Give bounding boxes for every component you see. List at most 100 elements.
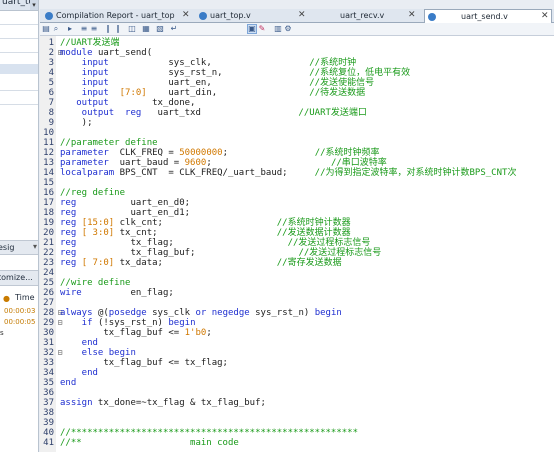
- code-line[interactable]: 37 assign tx_done=~tx_flag & tx_flag_buf;: [40, 398, 554, 408]
- chevron-down-icon[interactable]: ▾: [30, 0, 38, 10]
- code-token: ;: [206, 158, 331, 168]
- code-token: parameter: [60, 158, 109, 168]
- line-number: 4: [48, 68, 54, 78]
- tab-compilation-report[interactable]: Compilation Report - uart_top ✕: [42, 9, 192, 22]
- customize-button[interactable]: tomize...: [0, 270, 38, 286]
- code-line[interactable]: 1 //UART发送端: [40, 38, 554, 48]
- code-line[interactable]: 16 //reg define: [40, 188, 554, 198]
- code-line[interactable]: 19 reg [15:0] clk_cnt; //系统时钟计数器: [40, 218, 554, 228]
- indent-icon[interactable]: ≡: [80, 25, 88, 33]
- settings-icon[interactable]: ⚙: [284, 25, 292, 33]
- code-token: or negedge: [195, 308, 250, 318]
- code-text: wire en_flag;: [60, 288, 174, 298]
- code-line[interactable]: 26 wire en_flag;: [40, 288, 554, 298]
- open-icon[interactable]: ▤: [42, 25, 50, 33]
- tasks-selector[interactable]: esig ▾: [0, 240, 38, 255]
- code-line[interactable]: 18 reg uart_en_d1;: [40, 208, 554, 218]
- code-token: //parameter define: [60, 138, 158, 148]
- code-text: tx_flag_buf <= tx_flag;: [60, 358, 228, 368]
- code-line[interactable]: 13 parameter uart_baud = 9600; //串口波特率: [40, 158, 554, 168]
- line-number: 7: [48, 98, 54, 108]
- close-icon[interactable]: ✕: [182, 9, 190, 22]
- code-token: input: [60, 68, 109, 78]
- tab-uart-top[interactable]: uart_top.v ✕: [196, 9, 308, 22]
- tab-uart-recv[interactable]: uart_recv.v ✕: [312, 9, 418, 22]
- code-line[interactable]: 25 //wire define: [40, 278, 554, 288]
- code-line[interactable]: 40 //************************************…: [40, 428, 554, 438]
- code-token: sys_clk: [146, 308, 196, 318]
- code-line[interactable]: 20 reg [ 3:0] tx_cnt; //发送数据计数器: [40, 228, 554, 238]
- close-icon[interactable]: ✕: [541, 10, 549, 23]
- chevron-down-icon[interactable]: ▾: [33, 242, 37, 251]
- template-icon[interactable]: ◫: [128, 25, 136, 33]
- find-icon[interactable]: ⌕: [52, 25, 60, 33]
- code-line[interactable]: 15: [40, 178, 554, 188]
- code-line[interactable]: 17 reg uart_en_d0;: [40, 198, 554, 208]
- close-icon[interactable]: ✕: [298, 9, 306, 22]
- tab-label: uart_recv.v: [340, 11, 385, 20]
- code-line[interactable]: 35 end: [40, 378, 554, 388]
- tab-uart-send[interactable]: uart_send.v ✕: [424, 9, 552, 23]
- code-line[interactable]: 31 end: [40, 338, 554, 348]
- format-icon[interactable]: ▣: [247, 24, 257, 34]
- line-number: 8: [48, 108, 54, 118]
- code-line[interactable]: 24: [40, 268, 554, 278]
- code-line[interactable]: 9 );: [40, 118, 554, 128]
- code-line[interactable]: 33 tx_flag_buf <= tx_flag;: [40, 358, 554, 368]
- project-navigator-panel: uart_top ▾ esig ▾ tomize... ● Time 00:00…: [0, 0, 39, 452]
- uncomment-icon[interactable]: ∥: [114, 25, 122, 33]
- code-line[interactable]: 6 input [7:0] uart_din, //待发送数据: [40, 88, 554, 98]
- code-line[interactable]: 36: [40, 388, 554, 398]
- code-token: reg: [60, 208, 77, 218]
- line-number: 21: [43, 238, 54, 248]
- block-icon[interactable]: ▦: [142, 25, 150, 33]
- insert-icon[interactable]: ▧: [156, 25, 164, 33]
- code-line[interactable]: 21 reg tx_flag; //发送过程标志信号: [40, 238, 554, 248]
- code-line[interactable]: 12 parameter CLK_FREQ = 50000000; //系统时钟频…: [40, 148, 554, 158]
- code-line[interactable]: 10: [40, 128, 554, 138]
- code-line[interactable]: 41 //** main code: [40, 438, 554, 448]
- code-token: tx_cnt;: [114, 228, 277, 238]
- code-line[interactable]: 28 ⊟ always @(posedge sys_clk or negedge s…: [40, 308, 554, 318]
- line-number: 28: [43, 308, 54, 318]
- wrap-icon[interactable]: ↵: [170, 25, 178, 33]
- code-line[interactable]: 3 input sys_clk, //系统时钟: [40, 58, 554, 68]
- code-token: 50000000: [179, 148, 223, 158]
- close-icon[interactable]: ✕: [408, 9, 416, 22]
- code-line[interactable]: 34 end: [40, 368, 554, 378]
- code-line[interactable]: 2 ⊟ module uart_send(: [40, 48, 554, 58]
- code-token: ;: [206, 328, 212, 338]
- selected-hierarchy-row[interactable]: [0, 64, 38, 74]
- bookmark-icon[interactable]: ▸: [66, 25, 74, 33]
- line-number: 19: [43, 218, 54, 228]
- code-text: );: [60, 118, 93, 128]
- code-line[interactable]: 27: [40, 298, 554, 308]
- code-line[interactable]: 8 output reg uart_txd //UART发送端口: [40, 108, 554, 118]
- tab-label: Compilation Report - uart_top: [56, 11, 175, 20]
- code-line[interactable]: 14 localparam BPS_CNT = CLK_FREQ/_uart_ba…: [40, 168, 554, 178]
- comment-icon[interactable]: ∥: [104, 25, 112, 33]
- code-token: tx_flag;: [76, 238, 288, 248]
- code-line[interactable]: 39: [40, 418, 554, 428]
- code-text: //wire define: [60, 278, 130, 288]
- tasks-selector-label: esig: [0, 243, 15, 252]
- code-line[interactable]: 29 ⊟ if (!sys_rst_n) begin: [40, 318, 554, 328]
- code-line[interactable]: 23 reg [ 7:0] tx_data; //寄存发送数据: [40, 258, 554, 268]
- code-line[interactable]: 22 reg tx_flag_buf; //发送过程标志信号: [40, 248, 554, 258]
- line-number: 25: [43, 278, 54, 288]
- code-line[interactable]: 30 tx_flag_buf <= 1'b0;: [40, 328, 554, 338]
- code-token: //系统时钟频率: [314, 148, 380, 158]
- calc-icon[interactable]: ▥: [274, 25, 282, 33]
- code-line[interactable]: 7 output tx_done,: [40, 98, 554, 108]
- project-hierarchy-dropdown[interactable]: uart_top ▾: [0, 0, 38, 11]
- code-line[interactable]: 38: [40, 408, 554, 418]
- code-line[interactable]: 5 input uart_en, //发送使能信号: [40, 78, 554, 88]
- code-editor[interactable]: 1 //UART发送端 2 ⊟ module uart_send(3 input sys…: [40, 36, 554, 452]
- code-token: uart_send(: [97, 48, 153, 58]
- code-line[interactable]: 11 //parameter define: [40, 138, 554, 148]
- code-line[interactable]: 32 ⊟ else begin: [40, 348, 554, 358]
- line-number: 30: [43, 328, 54, 338]
- code-line[interactable]: 4 input sys_rst_n, //系统复位，低电平有效: [40, 68, 554, 78]
- outdent-icon[interactable]: ≡: [90, 25, 98, 33]
- pin-icon[interactable]: ✎: [258, 25, 266, 33]
